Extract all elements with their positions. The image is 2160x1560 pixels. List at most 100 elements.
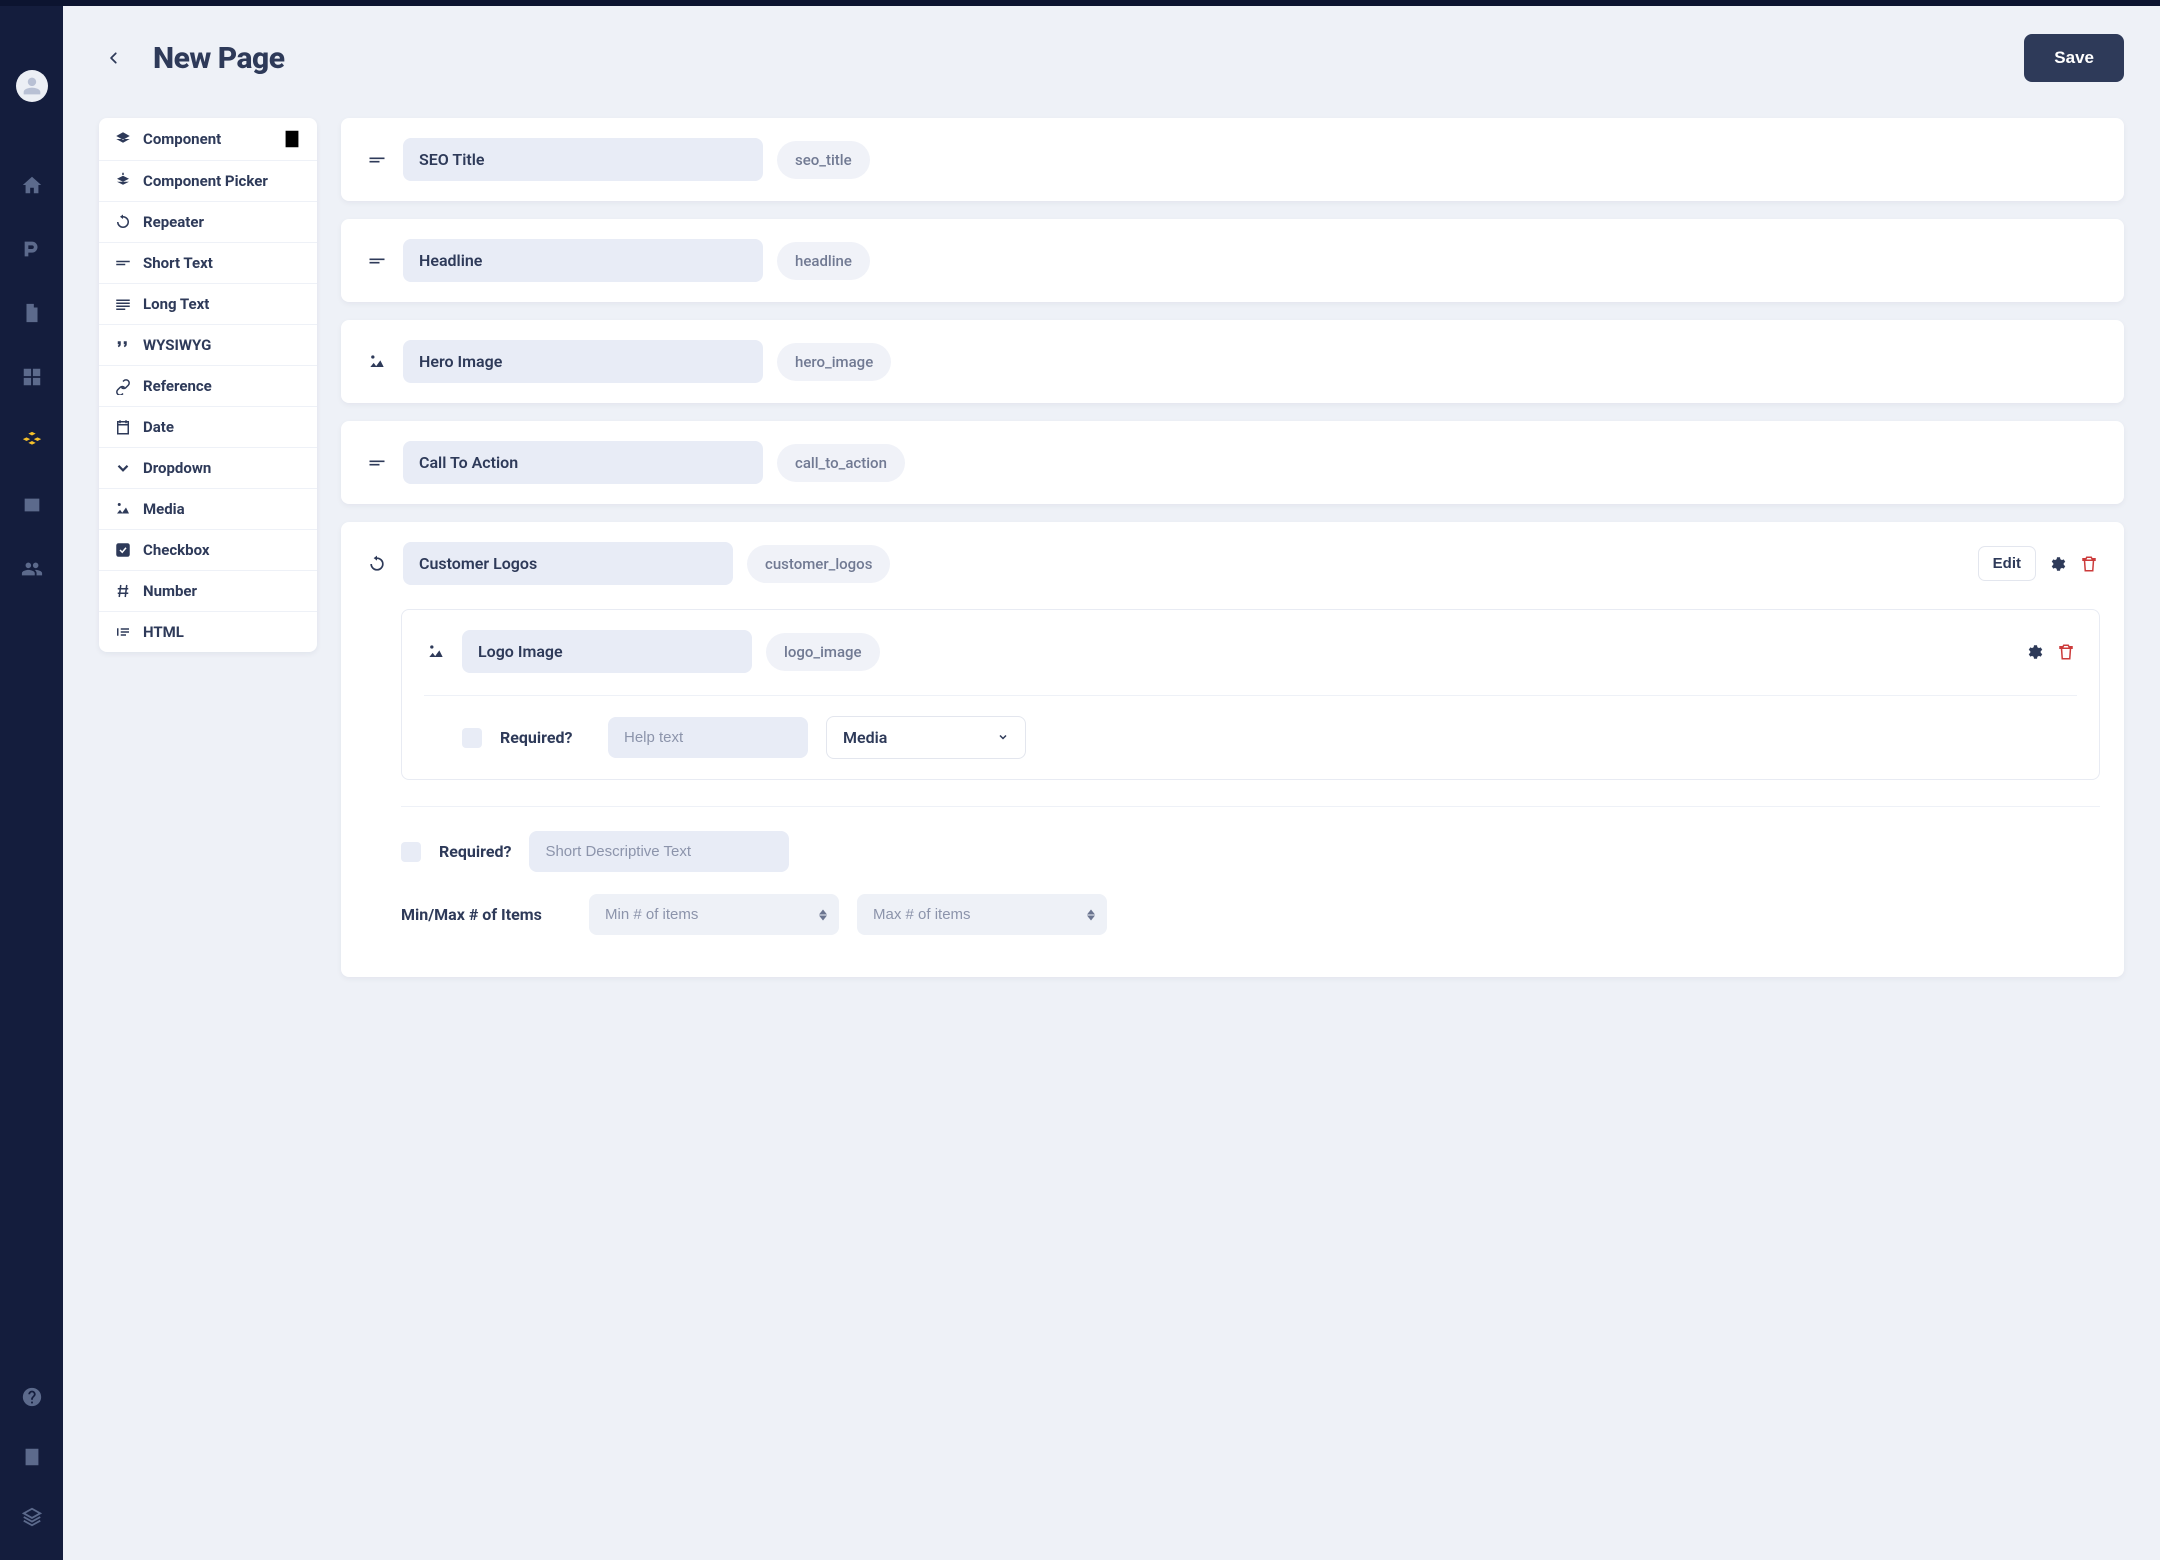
field-type-label: WYSIWYG: [143, 336, 211, 354]
field-type-label: Short Text: [143, 254, 213, 272]
page-title: New Page: [153, 41, 285, 76]
field-slug: seo_title: [777, 141, 870, 179]
field-label: Logo Image: [462, 630, 752, 673]
required-checkbox[interactable]: [462, 728, 482, 748]
field-type-label: Component Picker: [143, 172, 268, 190]
field-type-long-text[interactable]: Long Text: [99, 284, 317, 325]
avatar[interactable]: [16, 70, 48, 102]
field-label: SEO Title: [403, 138, 763, 181]
stepper-icon[interactable]: [1087, 909, 1095, 920]
nav-stack-icon[interactable]: [19, 1504, 45, 1530]
sidebar-rail: [0, 0, 63, 1560]
field-type-wysiwyg[interactable]: WYSIWYG: [99, 325, 317, 366]
media-icon: [113, 499, 133, 519]
type-select[interactable]: Media: [826, 716, 1026, 759]
save-button[interactable]: Save: [2024, 34, 2124, 82]
nav-grid-icon[interactable]: [19, 364, 45, 390]
help-text-input[interactable]: [608, 717, 808, 758]
field-label: Call To Action: [403, 441, 763, 484]
calendar-icon: [113, 417, 133, 437]
chevron-down-icon: [113, 458, 133, 478]
field-type-checkbox[interactable]: Checkbox: [99, 530, 317, 571]
gear-icon[interactable]: [2023, 641, 2045, 663]
max-items-input[interactable]: [857, 894, 1107, 935]
short-text-icon: [113, 253, 133, 273]
minmax-label: Min/Max # of Items: [401, 905, 571, 924]
field-type-label: Dropdown: [143, 459, 211, 477]
field-type-number[interactable]: Number: [99, 571, 317, 612]
hash-icon: [113, 581, 133, 601]
field-card[interactable]: SEO Title seo_title: [341, 118, 2124, 201]
short-text-icon: [365, 251, 389, 271]
nav-blog-icon[interactable]: [19, 236, 45, 262]
field-type-repeater[interactable]: Repeater: [99, 202, 317, 243]
field-type-component[interactable]: Component: [99, 118, 317, 161]
field-type-media[interactable]: Media: [99, 489, 317, 530]
main-content: New Page Save Component Component Picker…: [63, 6, 2160, 1560]
stepper-icon[interactable]: [819, 909, 827, 920]
field-type-reference[interactable]: Reference: [99, 366, 317, 407]
nav-blocks-icon[interactable]: [19, 428, 45, 454]
repeater-settings: Required? Min/Max # of Items: [401, 806, 2100, 935]
field-type-label: Repeater: [143, 213, 204, 231]
link-icon: [113, 376, 133, 396]
field-card[interactable]: Hero Image hero_image: [341, 320, 2124, 403]
book-icon: [281, 128, 303, 150]
html-icon: [113, 622, 133, 642]
field-slug: hero_image: [777, 343, 891, 381]
nav-docs-icon[interactable]: [19, 1444, 45, 1470]
field-slug: call_to_action: [777, 444, 905, 482]
nav-home-icon[interactable]: [19, 172, 45, 198]
repeat-icon: [365, 554, 389, 574]
field-label: Customer Logos: [403, 542, 733, 585]
field-type-label: Long Text: [143, 295, 209, 313]
field-type-label: Checkbox: [143, 541, 210, 559]
repeater-card: Customer Logos customer_logos Edit Logo …: [341, 522, 2124, 977]
field-type-date[interactable]: Date: [99, 407, 317, 448]
nav-images-icon[interactable]: [19, 492, 45, 518]
field-type-short-text[interactable]: Short Text: [99, 243, 317, 284]
descriptive-text-input[interactable]: [529, 831, 789, 872]
media-icon: [424, 642, 448, 662]
field-type-label: Media: [143, 500, 185, 518]
repeater-required-checkbox[interactable]: [401, 842, 421, 862]
nav-document-icon[interactable]: [19, 300, 45, 326]
chevron-down-icon: [997, 728, 1009, 747]
field-type-label: Reference: [143, 377, 212, 395]
long-text-icon: [113, 294, 133, 314]
short-text-icon: [365, 150, 389, 170]
field-type-label: Component: [143, 130, 221, 148]
field-card[interactable]: Headline headline: [341, 219, 2124, 302]
nav-users-icon[interactable]: [19, 556, 45, 582]
field-card[interactable]: Call To Action call_to_action: [341, 421, 2124, 504]
checkbox-icon: [113, 540, 133, 560]
field-label: Headline: [403, 239, 763, 282]
field-slug: headline: [777, 242, 870, 280]
repeat-icon: [113, 212, 133, 232]
edit-button[interactable]: Edit: [1978, 546, 2036, 581]
required-label: Required?: [439, 842, 511, 861]
type-select-value: Media: [843, 728, 887, 747]
field-type-dropdown[interactable]: Dropdown: [99, 448, 317, 489]
field-type-html[interactable]: HTML: [99, 612, 317, 652]
media-icon: [365, 352, 389, 372]
trash-icon[interactable]: [2055, 641, 2077, 663]
field-slug: logo_image: [766, 633, 880, 671]
layers-plus-icon: [113, 171, 133, 191]
nested-field: Logo Image logo_image Required?: [401, 609, 2100, 780]
field-type-label: Date: [143, 418, 174, 436]
short-text-icon: [365, 453, 389, 473]
gear-icon[interactable]: [2046, 553, 2068, 575]
fields-column: SEO Title seo_title Headline headline He…: [341, 118, 2124, 977]
field-label: Hero Image: [403, 340, 763, 383]
nav-help-icon[interactable]: [19, 1384, 45, 1410]
layers-icon: [113, 129, 133, 149]
min-items-input[interactable]: [589, 894, 839, 935]
field-type-label: Number: [143, 582, 197, 600]
field-types-panel: Component Component Picker Repeater Shor…: [99, 118, 317, 652]
required-label: Required?: [500, 728, 590, 747]
trash-icon[interactable]: [2078, 553, 2100, 575]
field-type-component-picker[interactable]: Component Picker: [99, 161, 317, 202]
field-type-label: HTML: [143, 623, 184, 641]
back-button[interactable]: [99, 43, 129, 73]
